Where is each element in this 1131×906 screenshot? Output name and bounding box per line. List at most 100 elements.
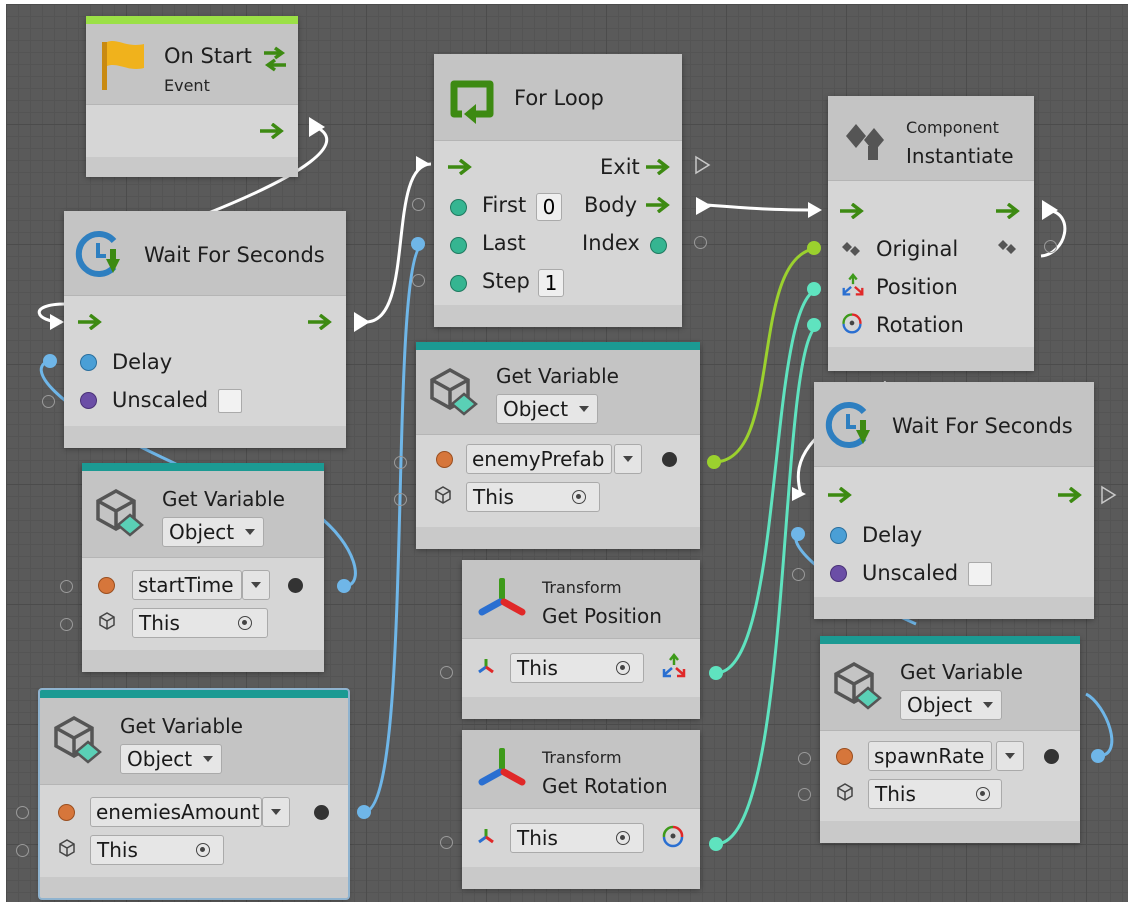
flow-out-arrow-icon[interactable]: [996, 203, 1022, 219]
rotation-icon[interactable]: [658, 821, 688, 851]
name-input-ring[interactable]: [16, 806, 29, 819]
get-variable-node[interactable]: Get Variable Object spawnRate This: [798, 636, 1080, 843]
unscaled-input-ring[interactable]: [792, 568, 805, 581]
flow-in-arrow-icon[interactable]: [840, 203, 866, 219]
name-input-ring[interactable]: [798, 752, 811, 765]
object-picker-icon[interactable]: [238, 616, 252, 630]
port-last-in: [411, 237, 425, 251]
first-input-ring[interactable]: [412, 198, 425, 211]
index-output-ring[interactable]: [694, 236, 707, 249]
flow-in-arrow-icon[interactable]: [828, 487, 854, 503]
flow-in-arrow-icon[interactable]: [78, 314, 104, 330]
name-input-ring[interactable]: [394, 456, 407, 469]
name-port-dot[interactable]: [836, 748, 853, 765]
target-input-ring[interactable]: [440, 836, 453, 849]
variable-name-field[interactable]: startTime: [132, 570, 242, 600]
variable-cube-icon: [96, 488, 144, 537]
variable-bar: [82, 463, 324, 471]
step-input-ring[interactable]: [412, 274, 425, 287]
delay-port-dot[interactable]: [830, 527, 847, 544]
index-port-dot[interactable]: [650, 237, 667, 254]
trigger-icon: [264, 46, 286, 72]
data-wire-prefab-to-original: [713, 246, 821, 464]
variable-name-field[interactable]: spawnRate: [868, 741, 992, 771]
get-variable-node[interactable]: Get Variable Object startTime This: [60, 463, 324, 672]
name-port-dot[interactable]: [436, 451, 453, 468]
name-port-dot[interactable]: [58, 804, 75, 821]
get-variable-node[interactable]: Get Variable Object enemyPrefab This: [394, 342, 700, 549]
unscaled-checkbox[interactable]: [218, 389, 242, 413]
body-label: Body: [584, 193, 638, 217]
unscaled-label: Unscaled: [862, 561, 959, 585]
object-picker-icon[interactable]: [616, 831, 630, 845]
flow-out-arrow-icon[interactable]: [308, 314, 334, 330]
node-body: Exit First 0 Body Last Index Step 1: [434, 141, 682, 305]
unscaled-port-dot[interactable]: [80, 392, 97, 409]
last-label: Last: [482, 231, 526, 255]
result-output-ring[interactable]: [1044, 240, 1057, 253]
target-input-ring[interactable]: [798, 788, 811, 801]
variable-name-dropdown[interactable]: [996, 741, 1024, 771]
variable-name-dropdown[interactable]: [262, 797, 290, 827]
instantiate-node[interactable]: Component Instantiate Original Position …: [828, 96, 1057, 371]
name-input-ring[interactable]: [60, 580, 73, 593]
variable-kind-dropdown[interactable]: Object: [900, 690, 1002, 720]
object-picker-icon[interactable]: [616, 661, 630, 675]
value-out-port[interactable]: [314, 805, 329, 820]
flow-port-start-out: [309, 117, 325, 137]
position-icon: [842, 273, 864, 296]
value-out-port[interactable]: [1044, 749, 1059, 764]
wait-for-seconds-node[interactable]: Wait For Seconds Delay Unscaled: [792, 382, 1094, 619]
object-picker-icon[interactable]: [572, 490, 586, 504]
name-port-dot[interactable]: [98, 577, 115, 594]
last-port-dot[interactable]: [450, 237, 467, 254]
flow-port-wait-in: [50, 314, 64, 330]
position-move-icon[interactable]: [660, 653, 688, 681]
object-picker-icon[interactable]: [976, 787, 990, 801]
unscaled-input-ring[interactable]: [42, 395, 55, 408]
get-position-node[interactable]: Transform Get Position This: [440, 560, 700, 719]
variable-name-dropdown[interactable]: [614, 444, 642, 474]
variable-name-field[interactable]: enemiesAmount: [90, 797, 262, 827]
delay-port-dot[interactable]: [80, 354, 97, 371]
graph-canvas[interactable]: On Start Event Wait For Seconds Delay Un…: [6, 4, 1128, 902]
value-out-port[interactable]: [662, 452, 677, 467]
step-port-dot[interactable]: [450, 275, 467, 292]
variable-name-dropdown[interactable]: [242, 570, 270, 600]
result-object-icon: [998, 240, 1016, 254]
step-value-field[interactable]: 1: [538, 269, 564, 297]
node-header: Component Instantiate: [828, 96, 1034, 181]
unscaled-checkbox[interactable]: [968, 562, 992, 586]
flow-port-loop-in: [416, 156, 430, 172]
exit-arrow-icon[interactable]: [646, 159, 672, 175]
get-rotation-node[interactable]: Transform Get Rotation This: [440, 730, 700, 889]
first-port-dot[interactable]: [450, 199, 467, 216]
value-out-port[interactable]: [288, 578, 303, 593]
target-input-ring[interactable]: [440, 666, 453, 679]
get-variable-node[interactable]: Get Variable Object enemiesAmount This: [16, 688, 350, 900]
variable-kind-dropdown[interactable]: Object: [120, 744, 222, 774]
node-category: Transform: [542, 578, 622, 597]
target-input-ring[interactable]: [394, 493, 407, 506]
flow-out-arrow-icon[interactable]: [260, 123, 286, 139]
node-header: On Start Event: [86, 24, 298, 105]
flow-out-arrow-icon[interactable]: [1058, 487, 1084, 503]
wait-for-seconds-node[interactable]: Wait For Seconds Delay Unscaled: [42, 211, 346, 448]
flow-in-arrow-icon[interactable]: [448, 159, 474, 175]
target-input-ring[interactable]: [16, 844, 29, 857]
clock-icon: [825, 402, 870, 448]
for-loop-node[interactable]: For Loop Exit First 0 Body Last Index St…: [412, 54, 707, 327]
node-header: Transform Get Position: [462, 560, 700, 639]
node-header: Get Variable Object: [416, 350, 700, 435]
node-body: spawnRate This: [820, 731, 1080, 821]
unscaled-port-dot[interactable]: [830, 565, 847, 582]
variable-kind-dropdown[interactable]: Object: [496, 394, 598, 424]
node-title: On Start: [164, 44, 252, 68]
target-input-ring[interactable]: [60, 618, 73, 631]
first-value-field[interactable]: 0: [536, 193, 562, 221]
variable-kind-dropdown[interactable]: Object: [162, 517, 264, 547]
on-start-node[interactable]: On Start Event: [86, 16, 298, 177]
body-arrow-icon[interactable]: [646, 197, 672, 213]
object-picker-icon[interactable]: [196, 843, 210, 857]
variable-name-field[interactable]: enemyPrefab: [466, 444, 612, 474]
